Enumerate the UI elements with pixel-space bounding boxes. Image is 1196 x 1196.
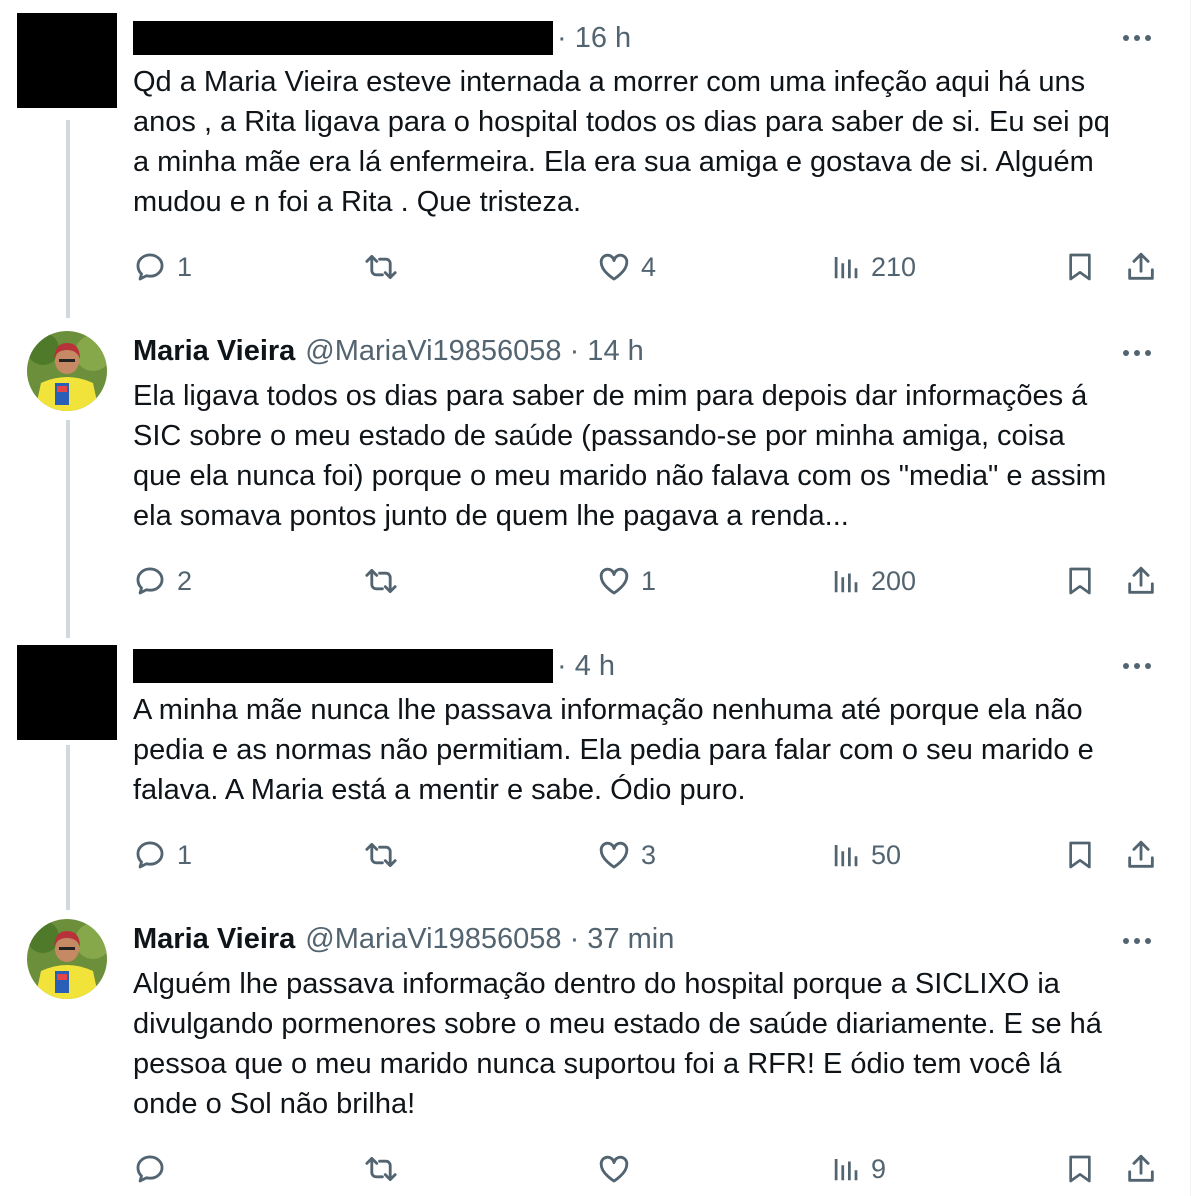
bookmark-icon [1069, 567, 1091, 595]
share-button[interactable] [1124, 559, 1158, 603]
reply-icon [136, 253, 164, 281]
reply-icon [136, 841, 164, 869]
bookmark-button[interactable] [1064, 559, 1096, 603]
share-button[interactable] [1124, 245, 1158, 289]
reply-count: 2 [177, 565, 193, 596]
avatar-redacted[interactable] [17, 645, 117, 740]
like-button[interactable]: 4 [597, 245, 656, 289]
share-icon [1128, 1154, 1154, 1182]
views-icon [834, 257, 858, 279]
redacted-author-name [133, 649, 553, 683]
tweet-actions: 1 3 50 [0, 833, 1190, 877]
views-count: 9 [871, 1153, 887, 1184]
like-icon [599, 841, 629, 869]
like-icon [599, 567, 629, 595]
tweet-header: · 4 h [133, 646, 615, 686]
views-icon [834, 1159, 858, 1181]
like-icon [599, 1155, 629, 1183]
reply-count: 1 [177, 251, 193, 282]
reply-button[interactable]: 2 [133, 559, 192, 603]
tweet-text: Qd a Maria Vieira esteve internada a mor… [133, 66, 1110, 218]
more-options-button[interactable] [1122, 921, 1152, 961]
bookmark-icon [1069, 253, 1091, 281]
views-count: 210 [871, 251, 917, 282]
reply-button[interactable]: 1 [133, 833, 192, 877]
views-button[interactable]: 9 [831, 1147, 886, 1191]
tweet-actions: 9 [0, 1147, 1190, 1191]
reply-icon [136, 567, 164, 595]
reply-button[interactable]: 1 [133, 245, 192, 289]
tweet-header: · 16 h [133, 18, 631, 58]
views-icon [834, 845, 858, 867]
more-icon [1123, 663, 1151, 669]
tweet-text: Ela ligava todos os dias para saber de m… [133, 380, 1107, 532]
author-name[interactable]: Maria Vieira [133, 923, 295, 956]
like-icon [599, 253, 629, 281]
author-handle-timestamp[interactable]: @MariaVi19856058 · 37 min [305, 923, 674, 956]
views-count: 50 [871, 839, 902, 870]
like-button[interactable] [597, 1147, 641, 1191]
views-button[interactable]: 50 [831, 833, 901, 877]
redacted-author-name [133, 21, 553, 55]
more-options-button[interactable] [1122, 333, 1152, 373]
tweet-actions: 2 1 200 [0, 559, 1190, 603]
thread-line [66, 745, 70, 910]
tweet-text: A minha mãe nunca lhe passava informação… [133, 694, 1094, 806]
more-options-button[interactable] [1122, 646, 1152, 686]
tweet-actions: 1 4 210 [0, 245, 1190, 289]
like-count: 3 [641, 839, 657, 870]
more-icon [1123, 35, 1151, 41]
tweet-header: Maria Vieira @MariaVi19856058 · 14 h [133, 331, 644, 371]
bookmark-button[interactable] [1064, 833, 1096, 877]
tweet-header: Maria Vieira @MariaVi19856058 · 37 min [133, 919, 674, 959]
retweet-button[interactable] [362, 245, 410, 289]
avatar-redacted[interactable] [17, 13, 117, 108]
tweet-text: Alguém lhe passava informação dentro do … [133, 968, 1102, 1120]
tweet-timestamp[interactable]: · 4 h [557, 650, 615, 683]
like-button[interactable]: 3 [597, 833, 656, 877]
bookmark-icon [1069, 841, 1091, 869]
column-border [1190, 0, 1191, 1196]
like-count: 4 [641, 251, 657, 282]
reply-count: 1 [177, 839, 193, 870]
more-options-button[interactable] [1122, 18, 1152, 58]
views-button[interactable]: 200 [831, 559, 916, 603]
retweet-button[interactable] [362, 833, 410, 877]
avatar[interactable] [27, 919, 107, 999]
like-count: 1 [641, 565, 657, 596]
avatar[interactable] [27, 331, 107, 411]
share-icon [1128, 252, 1154, 280]
reply-icon [136, 1155, 164, 1183]
more-icon [1123, 938, 1151, 944]
author-name[interactable]: Maria Vieira [133, 335, 295, 368]
share-button[interactable] [1124, 833, 1158, 877]
thread-line [66, 420, 70, 638]
retweet-button[interactable] [362, 1147, 410, 1191]
views-button[interactable]: 210 [831, 245, 916, 289]
share-button[interactable] [1124, 1147, 1158, 1191]
share-icon [1128, 566, 1154, 594]
tweet-timestamp[interactable]: · 16 h [557, 22, 631, 55]
share-icon [1128, 840, 1154, 868]
retweet-button[interactable] [362, 559, 410, 603]
reply-button[interactable] [133, 1147, 177, 1191]
bookmark-button[interactable] [1064, 245, 1096, 289]
retweet-icon [365, 568, 397, 594]
bookmark-icon [1069, 1155, 1091, 1183]
retweet-icon [365, 842, 397, 868]
like-button[interactable]: 1 [597, 559, 656, 603]
bookmark-button[interactable] [1064, 1147, 1096, 1191]
more-icon [1123, 350, 1151, 356]
retweet-icon [365, 254, 397, 280]
views-count: 200 [871, 565, 917, 596]
retweet-icon [365, 1156, 397, 1182]
views-icon [834, 571, 858, 593]
author-handle-timestamp[interactable]: @MariaVi19856058 · 14 h [305, 335, 643, 368]
